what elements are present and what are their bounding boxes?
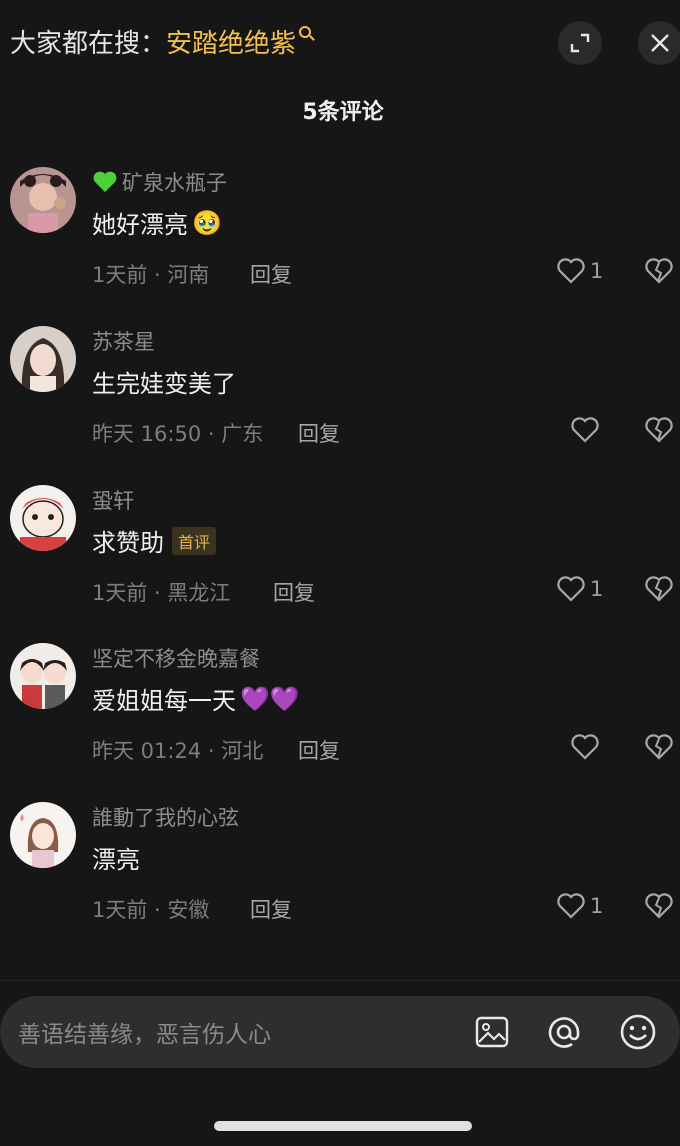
trending-search[interactable]: 大家都在搜：安踏绝绝紫 <box>10 26 312 62</box>
first-comment-badge: 首评 <box>172 526 217 555</box>
trending-search-prefix: 大家都在搜： <box>10 29 167 59</box>
username-text: 矿泉水瓶子 <box>122 171 227 195</box>
like-button[interactable]: 1 <box>556 257 603 285</box>
comment-meta: 昨天 01:24 · 河北 <box>92 739 264 763</box>
reply-button[interactable]: 回复 <box>298 418 340 448</box>
dislike-button[interactable] <box>644 733 674 765</box>
close-button[interactable] <box>638 21 680 65</box>
like-count: 1 <box>590 259 604 283</box>
image-icon <box>475 1016 509 1048</box>
comment-content: 求赞助 首评 <box>92 523 217 558</box>
broken-heart-icon <box>645 576 673 602</box>
at-sign-icon <box>548 1017 580 1048</box>
smiley-icon <box>620 1014 656 1050</box>
username[interactable]: 苏茶星 <box>92 326 155 356</box>
like-button[interactable] <box>570 733 600 765</box>
divider <box>0 980 680 981</box>
comment-item: 苏茶星 生完娃变美了 昨天 16:50 · 广东 回复 <box>0 326 680 476</box>
comment-text: 爱姐姐每一天 <box>92 687 236 715</box>
mention-button[interactable] <box>544 1012 584 1052</box>
reply-button[interactable]: 回复 <box>273 577 315 607</box>
purple-heart-emoji: 💜💜 <box>240 684 300 713</box>
reply-button[interactable]: 回复 <box>250 259 292 289</box>
comment-text: 漂亮 <box>92 846 140 874</box>
comment-text: 求赞助 <box>92 529 164 557</box>
comment-content: 漂亮 <box>92 840 140 875</box>
dislike-button[interactable] <box>644 416 674 448</box>
expand-icon <box>570 33 590 53</box>
dislike-button[interactable] <box>644 892 674 924</box>
emoji: 🥹 <box>192 208 222 237</box>
broken-heart-icon <box>645 893 673 919</box>
username[interactable]: 坚定不移金晚嘉餐 <box>92 643 260 673</box>
top-bar: 大家都在搜：安踏绝绝紫 <box>0 0 680 88</box>
heart-outline-icon <box>557 893 585 919</box>
search-icon <box>299 26 312 38</box>
broken-heart-icon <box>645 258 673 284</box>
comment-content: 她好漂亮 🥹 <box>92 205 222 240</box>
like-button[interactable]: 1 <box>556 575 603 603</box>
avatar[interactable] <box>10 167 76 233</box>
comment-meta: 昨天 16:50 · 广东 <box>92 422 264 446</box>
avatar[interactable] <box>10 643 76 709</box>
emoji-button[interactable] <box>618 1012 658 1052</box>
close-icon <box>651 34 669 52</box>
heart-outline-icon <box>557 258 585 284</box>
comment-item: 誰動了我的心弦 漂亮 1天前 · 安徽 回复 1 <box>0 802 680 952</box>
username[interactable]: 矿泉水瓶子 <box>92 167 227 197</box>
heart-outline-icon <box>571 417 599 443</box>
reply-button[interactable]: 回复 <box>298 735 340 765</box>
heart-outline-icon <box>571 734 599 760</box>
dislike-button[interactable] <box>644 257 674 289</box>
comment-meta: 1天前 · 河南 <box>92 263 210 287</box>
broken-heart-icon <box>645 417 673 443</box>
dislike-button[interactable] <box>644 575 674 607</box>
username[interactable]: 誰動了我的心弦 <box>92 802 239 832</box>
home-indicator[interactable] <box>214 1121 472 1131</box>
comment-item: 坚定不移金晚嘉餐 爱姐姐每一天 💜💜 昨天 01:24 · 河北 回复 <box>0 643 680 793</box>
comment-count-title: 5条评论 <box>302 100 384 125</box>
like-count: 1 <box>590 894 604 918</box>
avatar[interactable] <box>10 326 76 392</box>
avatar[interactable] <box>10 802 76 868</box>
image-button[interactable] <box>472 1012 512 1052</box>
trending-search-term[interactable]: 安踏绝绝紫 <box>166 29 296 59</box>
like-count: 1 <box>590 577 604 601</box>
comment-item: 蛩轩 求赞助 首评 1天前 · 黑龙江 回复 1 <box>0 485 680 635</box>
expand-button[interactable] <box>558 21 602 65</box>
comment-input[interactable]: 善语结善缘，恶言伤人心 <box>18 1015 271 1049</box>
like-button[interactable] <box>570 416 600 448</box>
comment-text: 她好漂亮 <box>92 211 188 239</box>
like-button[interactable]: 1 <box>556 892 603 920</box>
reply-button[interactable]: 回复 <box>250 894 292 924</box>
heart-outline-icon <box>557 576 585 602</box>
comment-item: 矿泉水瓶子 她好漂亮 🥹 1天前 · 河南 回复 1 <box>0 167 680 317</box>
comment-text: 生完娃变美了 <box>92 370 236 398</box>
comment-content: 爱姐姐每一天 💜💜 <box>92 681 300 716</box>
comment-content: 生完娃变美了 <box>92 364 236 399</box>
comment-meta: 1天前 · 安徽 <box>92 898 210 922</box>
username[interactable]: 蛩轩 <box>92 485 134 515</box>
comment-meta: 1天前 · 黑龙江 <box>92 581 231 605</box>
broken-heart-icon <box>645 734 673 760</box>
green-heart-icon <box>92 170 118 194</box>
comment-input-bar[interactable]: 善语结善缘，恶言伤人心 <box>0 996 680 1068</box>
avatar[interactable] <box>10 485 76 551</box>
